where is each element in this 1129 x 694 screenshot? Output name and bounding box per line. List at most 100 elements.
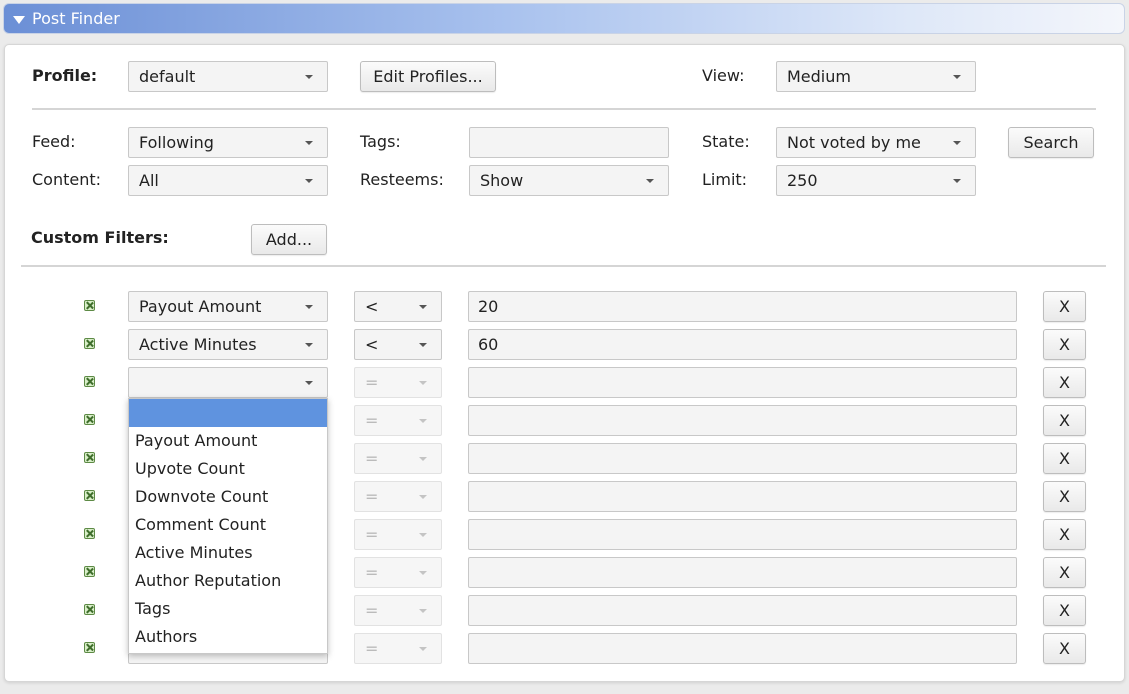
dropdown-option[interactable]: Active Minutes <box>129 539 327 567</box>
chevron-down-icon <box>419 381 427 385</box>
feed-select-value: Following <box>139 133 214 152</box>
feed-label: Feed: <box>32 132 76 151</box>
chevron-down-icon <box>419 609 427 613</box>
remove-filter-button[interactable]: X <box>1043 519 1086 550</box>
add-filter-button[interactable]: Add... <box>251 224 327 255</box>
filter-value-input[interactable] <box>468 595 1017 626</box>
window-title: Post Finder <box>32 9 120 28</box>
resteems-select[interactable]: Show <box>469 165 669 196</box>
chevron-down-icon <box>305 179 313 183</box>
filter-operator-value: = <box>365 411 379 430</box>
filter-field-select[interactable]: Active Minutes <box>128 329 328 360</box>
chevron-down-icon <box>953 179 961 183</box>
remove-filter-button[interactable]: X <box>1043 443 1086 474</box>
chevron-down-icon <box>305 381 313 385</box>
remove-row-icon[interactable] <box>84 338 95 349</box>
filter-operator-select[interactable]: = <box>354 405 442 436</box>
filter-operator-select[interactable]: = <box>354 443 442 474</box>
state-select[interactable]: Not voted by me <box>776 127 976 158</box>
resteems-select-value: Show <box>480 171 524 190</box>
content-label: Content: <box>32 170 102 189</box>
remove-row-icon[interactable] <box>84 414 95 425</box>
filter-field-value: Active Minutes <box>139 335 257 354</box>
filter-operator-value: = <box>365 487 379 506</box>
remove-filter-button[interactable]: X <box>1043 595 1086 626</box>
limit-select[interactable]: 250 <box>776 165 976 196</box>
filter-operator-value: = <box>365 373 379 392</box>
dropdown-option[interactable]: Upvote Count <box>129 455 327 483</box>
filter-value-input[interactable] <box>468 405 1017 436</box>
filter-operator-select[interactable]: = <box>354 519 442 550</box>
tags-input[interactable] <box>469 127 669 158</box>
dropdown-option[interactable]: Author Reputation <box>129 567 327 595</box>
chevron-down-icon <box>419 495 427 499</box>
state-label: State: <box>702 132 750 151</box>
dropdown-option[interactable]: Payout Amount <box>129 427 327 455</box>
remove-filter-button[interactable]: X <box>1043 405 1086 436</box>
filter-field-dropdown[interactable]: Payout Amount Upvote Count Downvote Count C… <box>128 398 328 654</box>
profile-select[interactable]: default <box>128 61 328 92</box>
chevron-down-icon <box>419 647 427 651</box>
chevron-down-icon <box>305 305 313 309</box>
filter-operator-select[interactable]: = <box>354 557 442 588</box>
remove-row-icon[interactable] <box>84 376 95 387</box>
filter-operator-value: = <box>365 601 379 620</box>
chevron-down-icon <box>305 141 313 145</box>
filter-value-input[interactable] <box>468 557 1017 588</box>
filter-value-input[interactable] <box>468 633 1017 664</box>
remove-filter-button[interactable]: X <box>1043 557 1086 588</box>
remove-row-icon[interactable] <box>84 300 95 311</box>
remove-row-icon[interactable] <box>84 566 95 577</box>
remove-row-icon[interactable] <box>84 452 95 463</box>
dropdown-option[interactable]: Authors <box>129 623 327 651</box>
filter-operator-select[interactable]: < <box>354 291 442 322</box>
dropdown-option[interactable]: Comment Count <box>129 511 327 539</box>
content-select[interactable]: All <box>128 165 328 196</box>
remove-row-icon[interactable] <box>84 490 95 501</box>
edit-profiles-button[interactable]: Edit Profiles... <box>360 61 496 92</box>
dropdown-option[interactable]: Tags <box>129 595 327 623</box>
filter-field-value: Payout Amount <box>139 297 262 316</box>
filter-operator-select[interactable]: < <box>354 329 442 360</box>
dropdown-option[interactable] <box>129 399 327 427</box>
filter-operator-select[interactable]: = <box>354 595 442 626</box>
post-finder-titlebar[interactable]: Post Finder <box>3 3 1125 34</box>
remove-filter-button[interactable]: X <box>1043 329 1086 360</box>
remove-row-icon[interactable] <box>84 604 95 615</box>
filter-value-input[interactable]: 20 <box>468 291 1017 322</box>
filter-operator-select[interactable]: = <box>354 481 442 512</box>
chevron-down-icon <box>953 75 961 79</box>
divider <box>32 108 1096 110</box>
chevron-down-icon <box>419 343 427 347</box>
filter-value-input[interactable] <box>468 481 1017 512</box>
tags-label: Tags: <box>360 132 401 151</box>
filter-operator-select[interactable]: = <box>354 633 442 664</box>
search-button[interactable]: Search <box>1008 127 1094 158</box>
filter-value-input[interactable] <box>468 367 1017 398</box>
remove-filter-button[interactable]: X <box>1043 367 1086 398</box>
filter-field-select[interactable]: Payout Amount <box>128 291 328 322</box>
filter-value-input[interactable]: 60 <box>468 329 1017 360</box>
view-label: View: <box>702 66 745 85</box>
profile-label: Profile: <box>32 66 98 85</box>
filter-field-select[interactable] <box>128 367 328 398</box>
remove-filter-button[interactable]: X <box>1043 291 1086 322</box>
feed-select[interactable]: Following <box>128 127 328 158</box>
limit-label: Limit: <box>702 170 748 189</box>
remove-filter-button[interactable]: X <box>1043 481 1086 512</box>
filter-operator-select[interactable]: = <box>354 367 442 398</box>
collapse-triangle-icon[interactable] <box>13 16 25 24</box>
view-select[interactable]: Medium <box>776 61 976 92</box>
chevron-down-icon <box>305 75 313 79</box>
divider <box>21 265 1106 267</box>
remove-filter-button[interactable]: X <box>1043 633 1086 664</box>
limit-select-value: 250 <box>787 171 818 190</box>
view-select-value: Medium <box>787 67 851 86</box>
filter-value-input[interactable] <box>468 519 1017 550</box>
filter-value-input[interactable] <box>468 443 1017 474</box>
remove-row-icon[interactable] <box>84 528 95 539</box>
chevron-down-icon <box>419 457 427 461</box>
dropdown-option[interactable]: Downvote Count <box>129 483 327 511</box>
filter-operator-value: < <box>365 297 379 316</box>
remove-row-icon[interactable] <box>84 642 95 653</box>
